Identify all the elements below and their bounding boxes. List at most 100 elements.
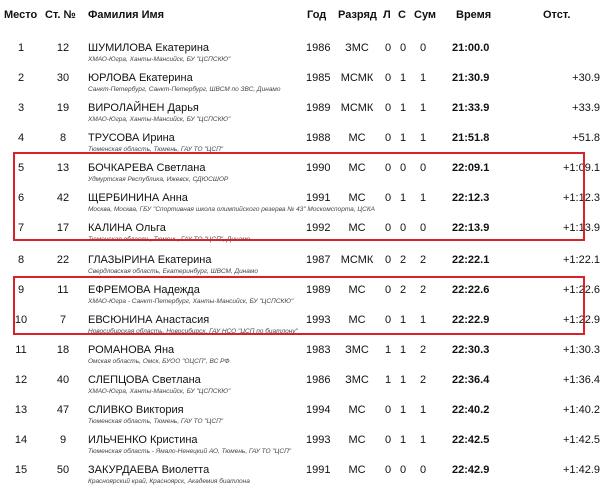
cell-rank: МСМК (340, 254, 374, 266)
cell-rank: МС (348, 192, 366, 204)
header-bib: Ст. № (45, 9, 76, 21)
table-row: 8 22 ГЛАЗЫРИНА Екатерина Свердловская облас… (0, 249, 606, 279)
cell-year: 1990 (306, 162, 331, 174)
cell-s: 1 (400, 404, 407, 416)
cell-bib: 18 (56, 344, 70, 356)
cell-year: 1991 (306, 464, 331, 476)
cell-place: 2 (17, 72, 25, 84)
header-name: Фамилия Имя (88, 9, 165, 21)
cell-behind: +1:22.9 (562, 314, 600, 326)
cell-name: ГЛАЗЫРИНА Екатерина (88, 254, 212, 266)
cell-name: ЕВСЮНИНА Анастасия (88, 314, 210, 326)
cell-rank: МС (348, 284, 366, 296)
cell-time: 22:40.2 (452, 404, 490, 416)
cell-sub: Тюменская область, Тюмень, ГАУ ТО "ЦСП" (88, 418, 224, 425)
cell-bib: 7 (59, 314, 67, 326)
cell-rank: МСМК (340, 72, 374, 84)
table-row: 5 13 БОЧКАРЕВА Светлана Удмуртская Республи… (0, 157, 606, 187)
cell-l: 1 (385, 344, 392, 356)
cell-place: 3 (17, 102, 25, 114)
cell-name: БОЧКАРЕВА Светлана (88, 162, 206, 174)
cell-sum: 2 (420, 254, 427, 266)
cell-time: 22:09.1 (452, 162, 490, 174)
cell-time: 22:12.3 (452, 192, 490, 204)
cell-l: 0 (385, 284, 392, 296)
cell-year: 1989 (306, 284, 331, 296)
header-time: Время (456, 9, 492, 21)
cell-sub: ХМАО-Югра - Санкт-Петербург, Ханты-Манси… (88, 298, 294, 305)
cell-s: 2 (400, 284, 407, 296)
cell-rank: МС (348, 222, 366, 234)
cell-name: РОМАНОВА Яна (88, 344, 175, 356)
cell-year: 1983 (306, 344, 331, 356)
cell-sum: 1 (420, 192, 427, 204)
cell-year: 1991 (306, 192, 331, 204)
cell-l: 0 (385, 222, 392, 234)
cell-l: 0 (385, 102, 392, 114)
cell-l: 0 (385, 314, 392, 326)
cell-sub: ХМАО-Югра, Ханты-Мансийск, БУ "ЦСПСКЮ" (88, 116, 231, 123)
cell-bib: 50 (56, 464, 70, 476)
cell-sub: Москва, Москва, ГБУ "Спортивная школа ол… (88, 206, 375, 213)
cell-l: 0 (385, 254, 392, 266)
cell-sub: ХМАО-Югра, Ханты-Мансийск, БУ "ЦСПСКЮ" (88, 56, 231, 63)
cell-sum: 2 (420, 284, 427, 296)
cell-l: 0 (385, 42, 392, 54)
cell-s: 0 (400, 464, 407, 476)
cell-sub: Санкт-Петербург, Санкт-Петербург, ШВСМ п… (88, 86, 281, 93)
header-place: Место (4, 9, 38, 21)
cell-sub: Тюменская область, Тюмень, ГАУ ТО "ЦСП",… (88, 236, 251, 243)
cell-year: 1987 (306, 254, 331, 266)
table-row: 14 9 ИЛЬЧЕНКО Кристина Тюменская область - … (0, 429, 606, 459)
cell-s: 1 (400, 374, 407, 386)
cell-behind: +1:40.2 (562, 404, 600, 416)
header-s: С (398, 9, 406, 21)
cell-name: КАЛИНА Ольга (88, 222, 166, 234)
cell-behind: +1:42.5 (562, 434, 600, 446)
cell-name: ЮРЛОВА Екатерина (88, 72, 193, 84)
cell-rank: МС (348, 464, 366, 476)
cell-place: 6 (17, 192, 25, 204)
cell-rank: ЗМС (345, 42, 369, 54)
cell-place: 4 (17, 132, 25, 144)
cell-rank: ЗМС (345, 374, 369, 386)
cell-s: 1 (400, 192, 407, 204)
cell-year: 1992 (306, 222, 331, 234)
cell-bib: 11 (57, 284, 69, 296)
cell-sub: Тюменская область, Тюмень, ГАУ ТО "ЦСП" (88, 146, 224, 153)
cell-place: 1 (17, 42, 25, 54)
cell-time: 21:33.9 (452, 102, 490, 114)
cell-rank: МСМК (340, 102, 374, 114)
cell-place: 12 (14, 374, 28, 386)
cell-bib: 19 (56, 102, 70, 114)
table-row: 13 47 СЛИВКО Виктория Тюменская область, Тю… (0, 399, 606, 429)
table-row: 9 11 ЕФРЕМОВА Надежда ХМАО-Югра - Санкт-Пет… (0, 279, 606, 309)
cell-sub: Омская область, Омск, БУОО "ОЦСП", ВС РФ (88, 358, 230, 365)
cell-behind: +1:13.9 (562, 222, 600, 234)
table-row: 12 40 СЛЕПЦОВА Светлана ХМАО-Югра, Ханты-Ма… (0, 369, 606, 399)
cell-rank: МС (348, 314, 366, 326)
table-row: 3 19 ВИРОЛАЙНЕН Дарья ХМАО-Югра, Ханты-Манс… (0, 97, 606, 127)
cell-time: 22:30.3 (452, 344, 490, 356)
table-row: 4 8 ТРУСОВА Ирина Тюменская область, Тюмень… (0, 127, 606, 157)
cell-bib: 12 (56, 42, 70, 54)
cell-time: 21:30.9 (452, 72, 490, 84)
cell-sum: 0 (420, 42, 427, 54)
cell-sum: 1 (420, 72, 427, 84)
header-sum: Сум (414, 9, 437, 21)
cell-rank: МС (348, 162, 366, 174)
cell-sub: Удмуртская Республика, Ижевск, СДЮСШОР (88, 176, 229, 183)
table-row: 10 7 ЕВСЮНИНА Анастасия Новосибирская облас… (0, 309, 606, 339)
cell-rank: ЗМС (345, 344, 369, 356)
cell-bib: 40 (56, 374, 70, 386)
cell-behind: +1:22.1 (562, 254, 600, 266)
cell-behind: +1:22.6 (562, 284, 600, 296)
cell-year: 1993 (306, 314, 331, 326)
cell-name: ЗАКУРДАЕВА Виолетта (88, 464, 210, 476)
cell-bib: 47 (56, 404, 70, 416)
cell-behind: +1:09.1 (562, 162, 600, 174)
cell-year: 1989 (306, 102, 331, 114)
cell-behind: +1:36.4 (562, 374, 600, 386)
cell-s: 2 (400, 254, 407, 266)
cell-sub: Красноярский край, Красноярск, Академия … (88, 478, 250, 485)
